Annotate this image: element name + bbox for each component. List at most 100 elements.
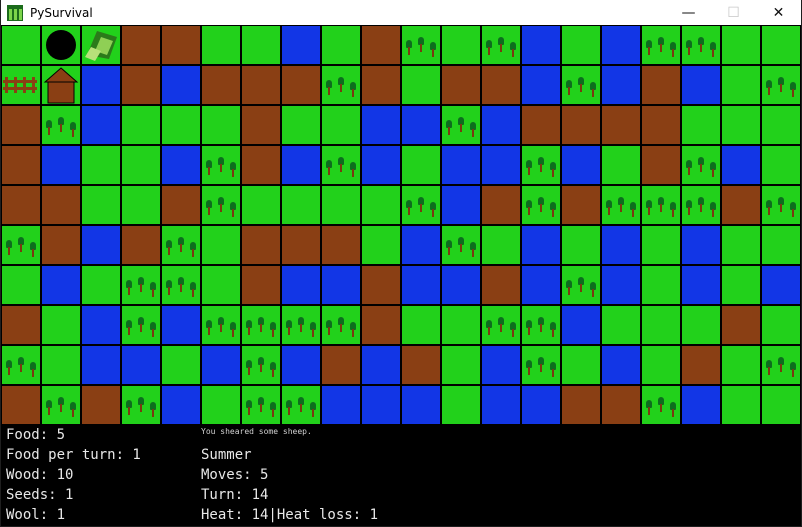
tile-forest[interactable] — [321, 65, 361, 105]
tile-water[interactable] — [161, 145, 201, 185]
tile-water[interactable] — [401, 385, 441, 425]
tile-dirt[interactable] — [1, 105, 41, 145]
tile-water[interactable] — [281, 145, 321, 185]
tile-forest[interactable] — [681, 145, 721, 185]
tile-grass[interactable] — [121, 105, 161, 145]
tile-grass[interactable] — [761, 225, 801, 265]
tile-dirt[interactable] — [601, 105, 641, 145]
tile-dirt[interactable] — [361, 305, 401, 345]
tile-water[interactable] — [321, 385, 361, 425]
tile-dirt[interactable] — [481, 185, 521, 225]
tile-grass[interactable] — [161, 105, 201, 145]
tile-forest[interactable] — [1, 345, 41, 385]
tile-water[interactable] — [521, 265, 561, 305]
tile-grass[interactable] — [721, 265, 761, 305]
tile-water[interactable] — [481, 385, 521, 425]
tile-dirt[interactable] — [721, 185, 761, 225]
tile-water[interactable] — [601, 65, 641, 105]
tile-grass[interactable] — [321, 105, 361, 145]
tile-forest[interactable] — [761, 65, 801, 105]
tile-forest[interactable] — [521, 145, 561, 185]
tile-dirt[interactable] — [281, 65, 321, 105]
tile-grass[interactable] — [321, 25, 361, 65]
tile-grass[interactable] — [721, 25, 761, 65]
tile-water[interactable] — [561, 145, 601, 185]
tile-water[interactable] — [441, 265, 481, 305]
tile-grass[interactable] — [721, 225, 761, 265]
tile-grass[interactable] — [561, 345, 601, 385]
tile-dirt[interactable] — [361, 65, 401, 105]
tile-forest[interactable] — [321, 305, 361, 345]
tile-forest[interactable] — [321, 145, 361, 185]
tile-water[interactable] — [601, 345, 641, 385]
tile-grass[interactable] — [761, 25, 801, 65]
fence-icon[interactable] — [1, 65, 41, 110]
game-board[interactable] — [1, 25, 801, 425]
tile-dirt[interactable] — [1, 185, 41, 225]
tile-water[interactable] — [401, 225, 441, 265]
tile-forest[interactable] — [241, 385, 281, 425]
tile-dirt[interactable] — [121, 25, 161, 65]
tile-grass[interactable] — [441, 305, 481, 345]
tile-grass[interactable] — [401, 305, 441, 345]
tile-grass[interactable] — [201, 265, 241, 305]
tile-grass[interactable] — [81, 185, 121, 225]
tile-dirt[interactable] — [121, 225, 161, 265]
tile-forest[interactable] — [41, 105, 81, 145]
tile-dirt[interactable] — [321, 225, 361, 265]
tile-grass[interactable] — [441, 25, 481, 65]
tile-water[interactable] — [41, 145, 81, 185]
tile-dirt[interactable] — [361, 265, 401, 305]
tile-dirt[interactable] — [41, 185, 81, 225]
tile-dirt[interactable] — [161, 185, 201, 225]
tile-grass[interactable] — [321, 185, 361, 225]
tile-dirt[interactable] — [1, 305, 41, 345]
tile-dirt[interactable] — [241, 65, 281, 105]
tile-grass[interactable] — [201, 385, 241, 425]
tile-water[interactable] — [441, 185, 481, 225]
tile-water[interactable] — [521, 385, 561, 425]
tile-water[interactable] — [281, 25, 321, 65]
tile-grass[interactable] — [401, 65, 441, 105]
tile-dirt[interactable] — [41, 225, 81, 265]
tile-forest[interactable] — [441, 225, 481, 265]
tile-forest[interactable] — [561, 65, 601, 105]
tile-grass[interactable] — [641, 225, 681, 265]
tile-grass[interactable] — [121, 145, 161, 185]
tile-grass[interactable] — [641, 305, 681, 345]
tile-forest[interactable] — [281, 385, 321, 425]
tile-dirt[interactable] — [681, 345, 721, 385]
tile-grass[interactable] — [601, 145, 641, 185]
tile-grass[interactable] — [601, 305, 641, 345]
tile-dirt[interactable] — [321, 345, 361, 385]
tile-grass[interactable] — [81, 265, 121, 305]
tile-grass[interactable] — [441, 345, 481, 385]
tile-water[interactable] — [361, 145, 401, 185]
tile-grass[interactable] — [81, 145, 121, 185]
tile-dirt[interactable] — [241, 265, 281, 305]
tile-grass[interactable] — [481, 225, 521, 265]
tile-water[interactable] — [441, 145, 481, 185]
tile-grass[interactable] — [641, 345, 681, 385]
tile-water[interactable] — [81, 345, 121, 385]
tile-forest[interactable] — [561, 265, 601, 305]
tile-dirt[interactable] — [481, 265, 521, 305]
tile-grass[interactable] — [721, 385, 761, 425]
tile-grass[interactable] — [681, 105, 721, 145]
tile-grass[interactable] — [681, 305, 721, 345]
tile-water[interactable] — [481, 145, 521, 185]
tile-dirt[interactable] — [521, 105, 561, 145]
tile-grass[interactable] — [761, 305, 801, 345]
tile-water[interactable] — [601, 265, 641, 305]
tile-water[interactable] — [721, 145, 761, 185]
tile-grass[interactable] — [161, 345, 201, 385]
tile-water[interactable] — [601, 25, 641, 65]
tile-dirt[interactable] — [441, 65, 481, 105]
tile-grass[interactable] — [281, 105, 321, 145]
tile-dirt[interactable] — [561, 185, 601, 225]
tile-forest[interactable] — [641, 385, 681, 425]
tile-dirt[interactable] — [1, 385, 41, 425]
tile-water[interactable] — [521, 25, 561, 65]
tile-water[interactable] — [321, 265, 361, 305]
tile-grass[interactable] — [201, 105, 241, 145]
